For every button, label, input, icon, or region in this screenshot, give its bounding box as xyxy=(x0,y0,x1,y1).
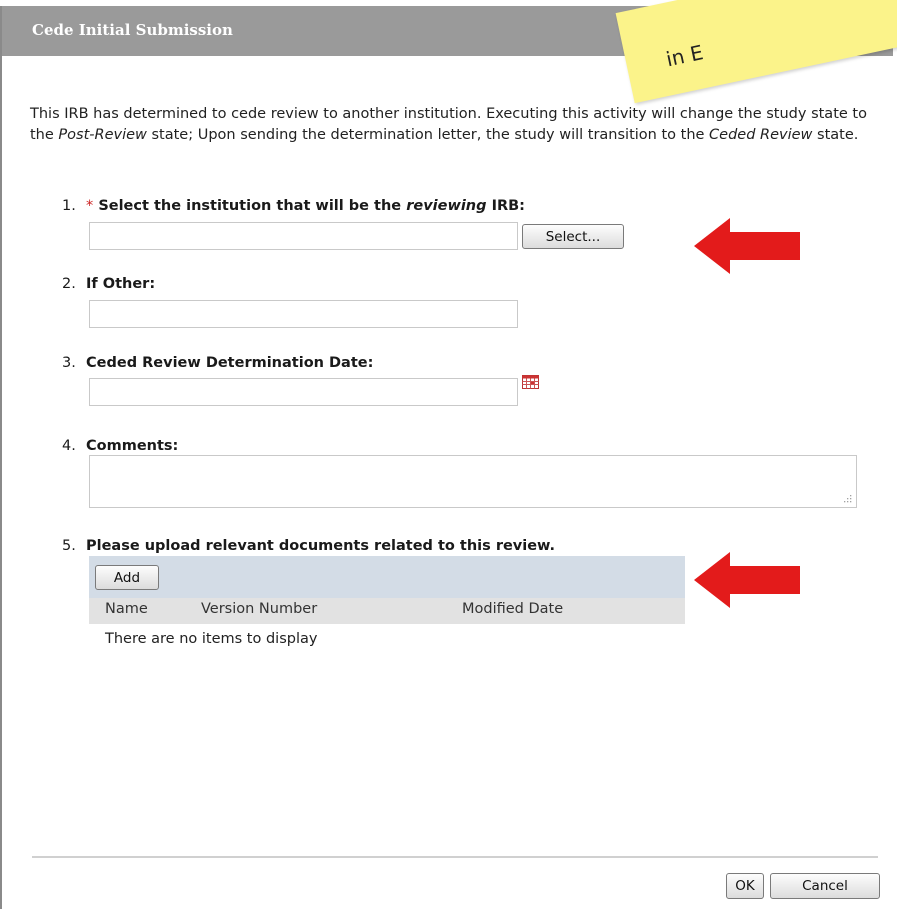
q5-label-text: Please upload relevant documents related… xyxy=(86,538,556,554)
q1-label-text: Select the institution that will be the xyxy=(98,198,407,214)
annotation-arrow-icon xyxy=(694,218,800,274)
comments-textarea[interactable] xyxy=(89,455,857,508)
footer-divider xyxy=(32,856,878,858)
q5-number: 5. xyxy=(62,538,76,554)
documents-toolbar xyxy=(89,556,685,598)
annotation-arrow-icon xyxy=(694,552,800,608)
empty-grid-message: There are no items to display xyxy=(105,631,318,647)
dialog-title: Cede Initial Submission xyxy=(32,21,233,39)
q1-label-emphasis: reviewing xyxy=(406,198,487,214)
q5-label: 5. Please upload relevant documents relat… xyxy=(62,538,555,554)
column-modified-date[interactable]: Modified Date xyxy=(462,601,563,617)
q4-label: 4. Comments: xyxy=(62,438,178,454)
column-name[interactable]: Name xyxy=(105,601,148,617)
q2-number: 2. xyxy=(62,276,76,292)
intro-post-review: Post-Review xyxy=(58,127,147,143)
q1-label: 1. * Select the institution that will be … xyxy=(62,198,525,214)
q3-label-text: Ceded Review Determination Date: xyxy=(86,355,374,371)
intro-text-2: state; Upon sending the determination le… xyxy=(146,127,710,143)
if-other-field[interactable] xyxy=(89,300,518,328)
select-institution-button[interactable]: Select... xyxy=(522,224,624,249)
determination-date-field[interactable] xyxy=(89,378,518,406)
intro-paragraph: This IRB has determined to cede review t… xyxy=(30,104,870,146)
resize-handle-icon[interactable] xyxy=(843,494,852,503)
reviewing-irb-field[interactable] xyxy=(89,222,518,250)
q2-label: 2. If Other: xyxy=(62,276,155,292)
q4-label-text: Comments: xyxy=(86,438,179,454)
q3-label: 3. Ceded Review Determination Date: xyxy=(62,355,373,371)
q3-number: 3. xyxy=(62,355,76,371)
intro-text-3: state. xyxy=(812,127,859,143)
q2-label-text: If Other: xyxy=(86,276,156,292)
add-document-button[interactable]: Add xyxy=(95,565,159,590)
calendar-icon[interactable] xyxy=(522,375,539,389)
documents-grid-header: Name Version Number Modified Date xyxy=(89,598,685,624)
ok-button[interactable]: OK xyxy=(726,873,764,899)
q4-number: 4. xyxy=(62,438,76,454)
intro-ceded-review: Ceded Review xyxy=(709,127,813,143)
q1-number: 1. xyxy=(62,198,76,214)
cancel-button[interactable]: Cancel xyxy=(770,873,880,899)
q1-label-suffix: IRB: xyxy=(486,198,525,214)
required-asterisk: * xyxy=(86,198,94,214)
sticky-note-text: in E xyxy=(663,40,706,72)
column-version-number[interactable]: Version Number xyxy=(201,601,317,617)
